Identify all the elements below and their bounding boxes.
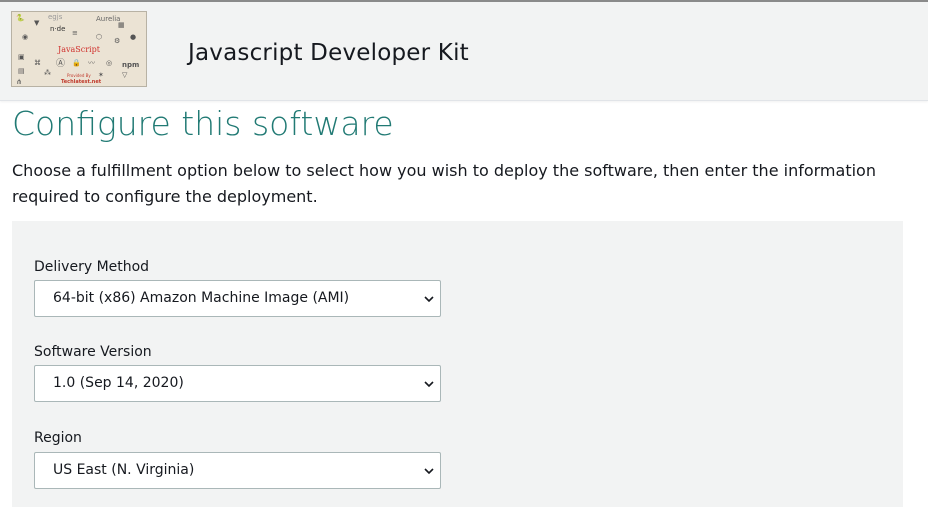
logo-icon-text: egjs [48,13,63,21]
chevron-down-icon [424,296,434,303]
logo-icon-down: ▼ [34,19,40,27]
region-value: US East (N. Virginia) [53,462,195,478]
delivery-method-value: 64-bit (x86) Amazon Machine Image (AMI) [53,290,350,306]
logo-icon-lock: 🔒 [72,59,81,67]
logo-provided-by: Provided By [67,73,91,78]
logo-icon-hex: ⬡ [96,33,103,41]
logo-icon-vue: ▽ [122,71,128,79]
software-version-value: 1.0 (Sep 14, 2020) [53,375,184,391]
region-select[interactable]: US East (N. Virginia) [34,452,441,489]
logo-icon-box: ▣ [18,53,25,61]
logo-icon-dot: ● [130,33,137,41]
logo-icon-star: ✶ [98,71,104,79]
logo-icon-node: n·de [50,25,66,33]
logo-icon-mustache: 〰 [88,59,95,67]
logo-icon-grid: ▦ [118,21,125,29]
logo-icon-chip: ▤ [18,67,25,75]
logo-javascript-text: JavaScript [58,45,100,54]
logo-icon-gear: ⚙ [114,37,121,45]
logo-icon-bow: ⌘ [34,59,41,67]
logo-icon-vega: ⋔ [16,78,22,86]
logo-icon-npm: npm [122,61,140,69]
logo-icon-circle: ◉ [22,33,29,41]
delivery-method-select[interactable]: 64-bit (x86) Amazon Machine Image (AMI) [34,280,441,317]
product-header: 🐍 ▼ egjs n·de Aurelia ▦ ◉ ≡ ⬡ ⚙ ● JavaSc… [0,2,928,101]
delivery-method-label: Delivery Method [34,259,150,275]
software-version-select[interactable]: 1.0 (Sep 14, 2020) [34,365,441,402]
page-title: Configure this software [12,104,394,143]
logo-icon-angular: Ⓐ [56,59,66,69]
software-version-label: Software Version [34,344,152,360]
logo-icon-bars: ≡ [72,29,78,37]
logo-icon-dots: ⁂ [44,69,51,77]
page-description: Choose a fulfillment option below to sel… [12,161,876,206]
chevron-down-icon [424,381,434,388]
logo-icon-text2: Aurelia [96,15,121,23]
product-logo[interactable]: 🐍 ▼ egjs n·de Aurelia ▦ ◉ ≡ ⬡ ⚙ ● JavaSc… [11,11,147,87]
logo-icon-ring: ◎ [106,59,113,67]
logo-site-text: Techlatest.net [61,79,102,85]
chevron-down-icon [424,468,434,475]
region-label: Region [34,430,82,446]
product-title: Javascript Developer Kit [188,40,469,66]
logo-icon-python: 🐍 [16,14,25,22]
